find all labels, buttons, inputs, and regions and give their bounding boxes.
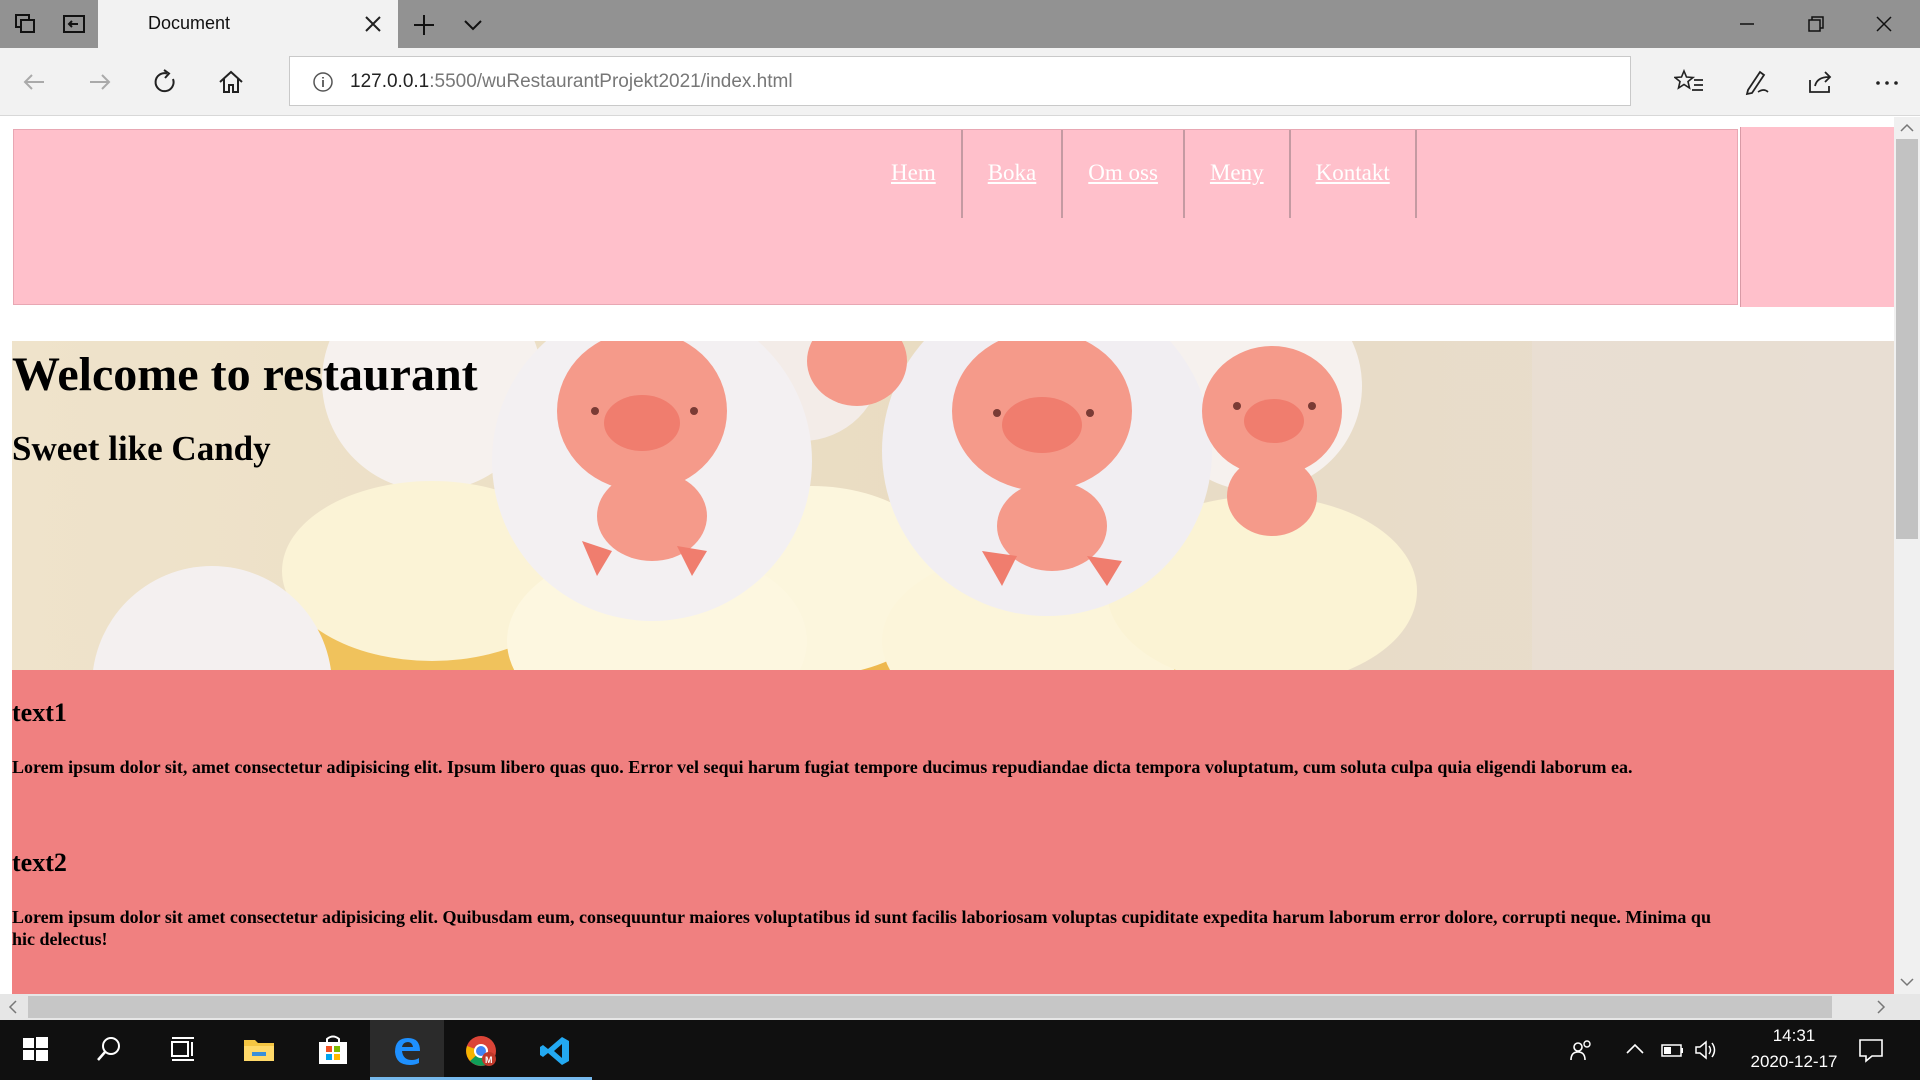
clock-date[interactable]: 2020-12-17 bbox=[1731, 1052, 1857, 1072]
header-side-block bbox=[1740, 127, 1894, 307]
chrome-icon: M bbox=[466, 1036, 496, 1066]
url-path: :5500/wuRestaurantProjekt2021/index.html bbox=[429, 71, 793, 92]
chevron-down-icon[interactable] bbox=[460, 13, 486, 37]
section-body: Lorem ipsum dolor sit, amet consectetur … bbox=[12, 757, 1633, 777]
taskbar-search[interactable] bbox=[74, 1020, 148, 1080]
section-title: text1 bbox=[12, 698, 67, 727]
taskbar-store[interactable] bbox=[296, 1020, 370, 1080]
section-title: text2 bbox=[12, 848, 67, 877]
url-text[interactable]: 127.0.0.1:5500/wuRestaurantProjekt2021/i… bbox=[350, 71, 793, 93]
task-view-button[interactable] bbox=[148, 1020, 222, 1080]
set-aside-tabs-icon[interactable] bbox=[60, 12, 88, 36]
file-explorer-icon bbox=[244, 1040, 274, 1061]
people-icon[interactable] bbox=[1568, 1038, 1594, 1062]
nav-item-kontakt: Kontakt bbox=[1291, 130, 1417, 218]
close-icon[interactable] bbox=[360, 11, 386, 37]
forward-icon[interactable] bbox=[84, 66, 116, 98]
tab-actions-icon[interactable] bbox=[12, 12, 40, 36]
clock-time[interactable]: 14:31 bbox=[1744, 1026, 1844, 1046]
taskbar-vscode[interactable] bbox=[518, 1020, 592, 1080]
browser-tab[interactable]: Document bbox=[98, 0, 398, 48]
nav-link-meny[interactable]: Meny bbox=[1210, 160, 1264, 186]
more-icon[interactable] bbox=[1871, 66, 1903, 98]
vertical-scroll-thumb[interactable] bbox=[1896, 139, 1918, 539]
chevron-up-icon[interactable] bbox=[1622, 1038, 1648, 1062]
refresh-icon[interactable] bbox=[149, 66, 181, 98]
battery-icon[interactable] bbox=[1660, 1038, 1686, 1062]
task-view-icon bbox=[171, 1037, 194, 1061]
content-section: text1 Lorem ipsum dolor sit, amet consec… bbox=[12, 670, 1894, 994]
section-body-continued: hic delectus! bbox=[12, 929, 108, 949]
nav-link-boka[interactable]: Boka bbox=[988, 160, 1037, 186]
section-body: Lorem ipsum dolor sit amet consectetur a… bbox=[12, 907, 1711, 927]
home-icon[interactable] bbox=[215, 66, 247, 98]
search-icon bbox=[97, 1037, 120, 1061]
svg-text:M: M bbox=[485, 1055, 493, 1065]
site-header: Hem Boka Om oss Meny Kontakt bbox=[13, 129, 1738, 305]
address-bar[interactable]: 127.0.0.1:5500/wuRestaurantProjekt2021/i… bbox=[289, 56, 1631, 106]
taskbar-file-explorer[interactable] bbox=[222, 1020, 296, 1080]
nav-link-hem[interactable]: Hem bbox=[891, 160, 936, 186]
tab-bar: Document bbox=[0, 0, 1920, 48]
nav-item-meny: Meny bbox=[1185, 130, 1291, 218]
scroll-left-icon[interactable] bbox=[4, 998, 22, 1016]
pen-icon[interactable] bbox=[1740, 66, 1772, 98]
nav-link-kontakt[interactable]: Kontakt bbox=[1316, 160, 1390, 186]
windows-icon bbox=[23, 1037, 48, 1061]
scroll-down-icon[interactable] bbox=[1898, 973, 1916, 991]
favorites-icon[interactable] bbox=[1674, 66, 1706, 98]
main-nav: Hem Boka Om oss Meny Kontakt bbox=[866, 130, 1417, 218]
plus-icon[interactable] bbox=[410, 11, 438, 39]
back-icon[interactable] bbox=[18, 66, 50, 98]
info-icon[interactable] bbox=[312, 71, 334, 93]
notification-icon[interactable] bbox=[1857, 1036, 1885, 1064]
nav-item-boka: Boka bbox=[963, 130, 1064, 218]
scroll-up-icon[interactable] bbox=[1898, 119, 1916, 137]
minimize-icon[interactable] bbox=[1735, 12, 1759, 36]
horizontal-scroll-thumb[interactable] bbox=[28, 996, 1832, 1018]
hero-title: Welcome to restaurant bbox=[12, 348, 478, 401]
horizontal-scrollbar[interactable] bbox=[0, 994, 1920, 1020]
vscode-icon bbox=[540, 1037, 569, 1065]
nav-link-om-oss[interactable]: Om oss bbox=[1088, 160, 1158, 186]
hero-subtitle: Sweet like Candy bbox=[12, 429, 271, 468]
url-host: 127.0.0.1 bbox=[350, 71, 430, 92]
taskbar-edge[interactable] bbox=[370, 1020, 444, 1080]
store-icon bbox=[319, 1035, 347, 1064]
scroll-right-icon[interactable] bbox=[1872, 998, 1890, 1016]
share-icon[interactable] bbox=[1805, 66, 1837, 98]
start-button[interactable] bbox=[0, 1020, 74, 1080]
taskbar-chrome[interactable]: M bbox=[444, 1020, 518, 1080]
taskbar: M 14:31 2020-12-17 bbox=[0, 1020, 1920, 1080]
tab-title: Document bbox=[148, 13, 231, 33]
nav-item-om-oss: Om oss bbox=[1063, 130, 1185, 218]
address-toolbar: 127.0.0.1:5500/wuRestaurantProjekt2021/i… bbox=[0, 48, 1920, 116]
nav-item-hem: Hem bbox=[866, 130, 963, 218]
restore-icon[interactable] bbox=[1804, 12, 1828, 36]
vertical-scrollbar[interactable] bbox=[1894, 117, 1920, 994]
hero-banner: Welcome to restaurant Sweet like Candy bbox=[12, 341, 1894, 670]
edge-icon bbox=[395, 1038, 420, 1065]
close-window-icon[interactable] bbox=[1872, 12, 1896, 36]
page-viewport: Hem Boka Om oss Meny Kontakt Welcome to … bbox=[0, 117, 1894, 994]
speaker-icon[interactable] bbox=[1693, 1038, 1719, 1062]
